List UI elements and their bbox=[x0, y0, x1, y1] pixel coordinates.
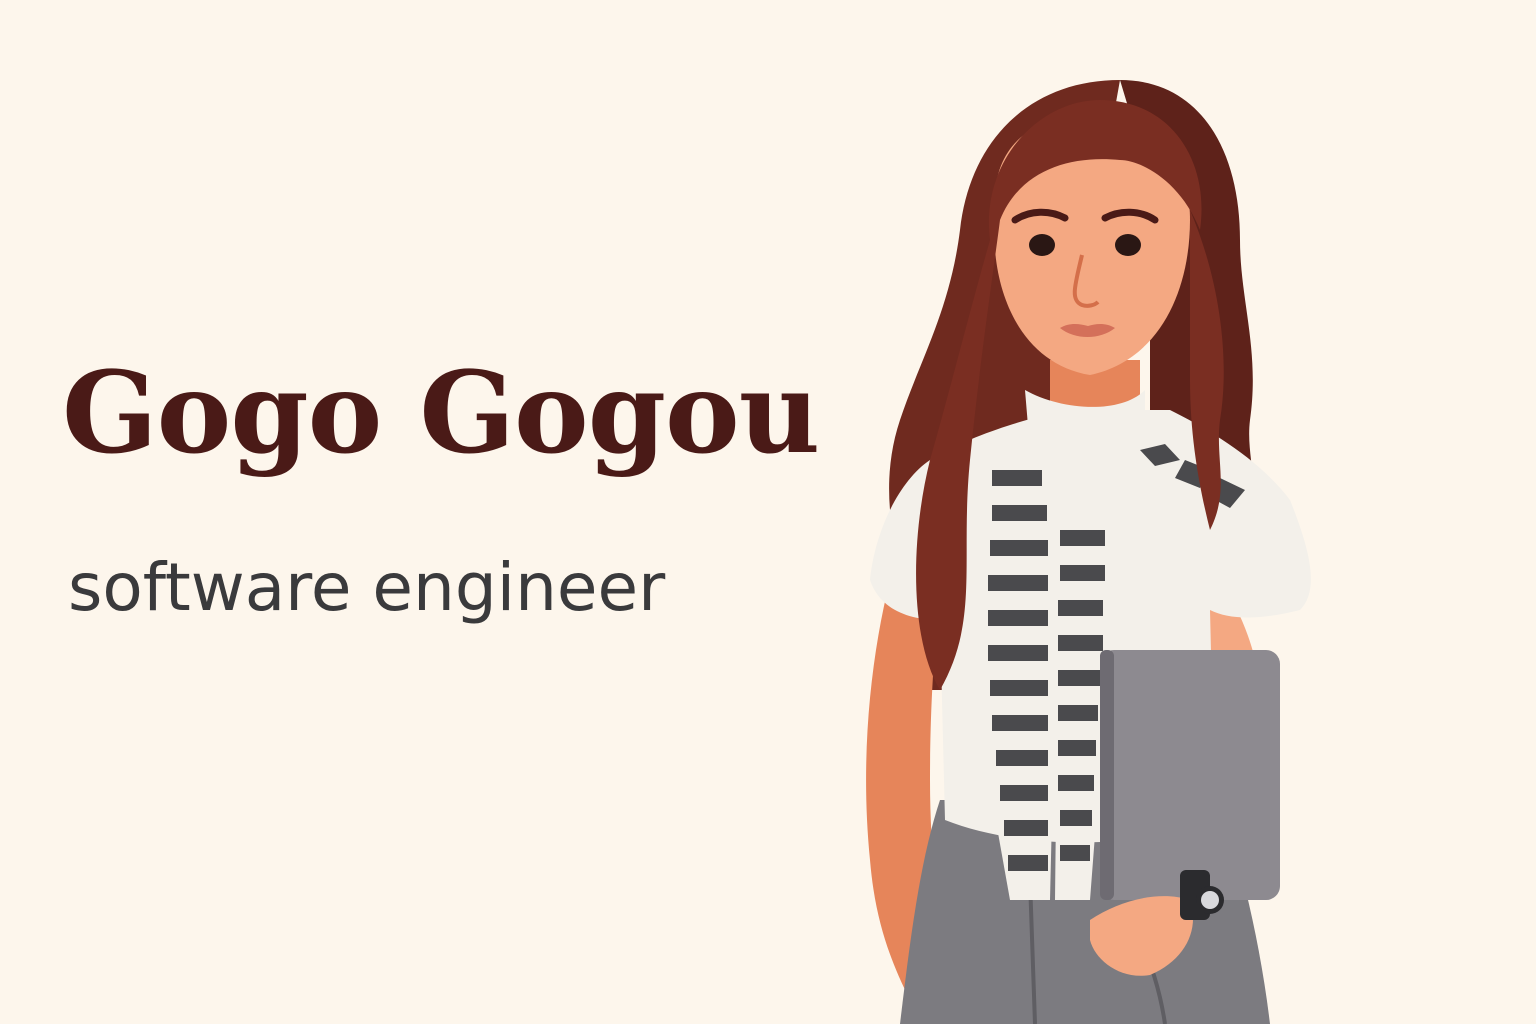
eye-left bbox=[1029, 234, 1055, 256]
woman-with-laptop-illustration bbox=[820, 60, 1420, 1024]
eye-right bbox=[1115, 234, 1141, 256]
profile-banner: Gogo Gogou software engineer bbox=[0, 0, 1536, 1024]
job-title: software engineer bbox=[68, 549, 666, 626]
person-name: Gogo Gogou bbox=[62, 348, 820, 479]
laptop bbox=[1100, 650, 1280, 900]
